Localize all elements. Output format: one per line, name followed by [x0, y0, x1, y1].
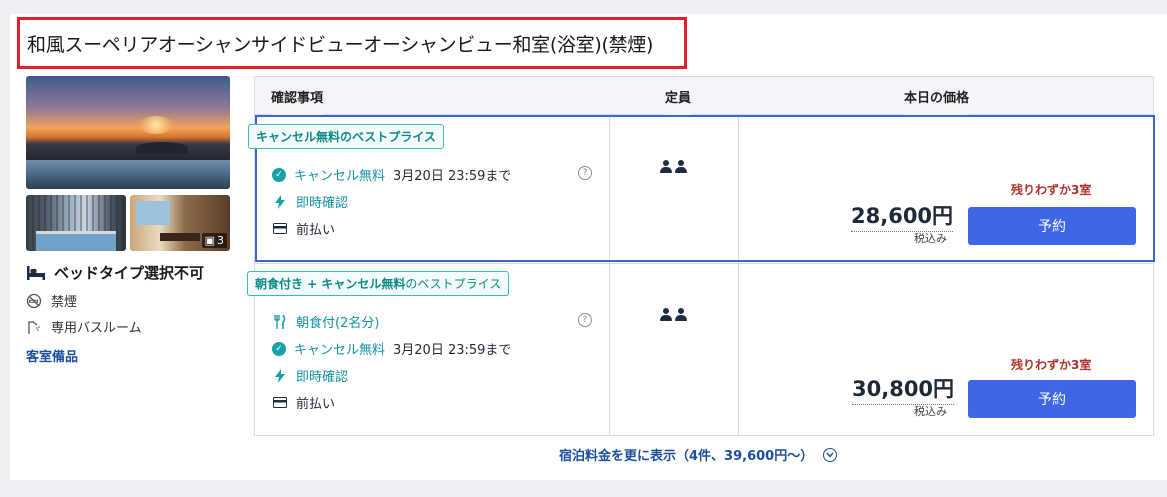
- lightning-icon: [272, 194, 288, 209]
- plan-2-book-button[interactable]: 予約: [968, 380, 1136, 418]
- plan-2-tax: 税込み: [914, 405, 947, 418]
- bed-icon: [27, 265, 45, 280]
- show-more-rates-link[interactable]: 宿泊料金を更に表示（4件、39,600円〜）: [559, 445, 838, 464]
- smoking-info: 禁煙: [26, 291, 77, 310]
- header-capacity: 定員: [665, 77, 692, 115]
- plan-1-free-cancel[interactable]: ✓ キャンセル無料 3月20日 23:59まで: [272, 165, 511, 184]
- room-photo-bath[interactable]: [26, 195, 126, 251]
- help-icon[interactable]: ?: [578, 166, 592, 180]
- amenities-link[interactable]: 客室備品: [26, 346, 78, 365]
- check-circle-icon: ✓: [272, 341, 286, 356]
- plan-2-breakfast: 朝食付(2名分): [272, 312, 379, 331]
- header-price: 本日の価格: [904, 77, 970, 115]
- room-photo-main[interactable]: [26, 76, 230, 189]
- card-icon: [272, 397, 288, 408]
- plan-2-free-cancel[interactable]: ✓ キャンセル無料 3月20日 23:59まで: [272, 339, 511, 358]
- capacity-2-people-icon: [660, 160, 687, 173]
- plan-2-price[interactable]: 30,800円: [852, 373, 955, 405]
- infinity-bath: [26, 160, 230, 189]
- plan-1-badge: キャンセル無料のベストプライス: [248, 124, 444, 149]
- island-silhouette: [136, 142, 188, 154]
- plan-1-rooms-left: 残りわずか3室: [1011, 183, 1092, 197]
- plan-2-badge: 朝食付き + キャンセル無料のベストプライス: [247, 271, 510, 296]
- fork-knife-icon: [272, 314, 288, 329]
- shower-icon: [28, 320, 40, 334]
- photo-count-badge[interactable]: ▣ 3: [201, 233, 227, 248]
- sunset-glow: [138, 116, 174, 134]
- help-icon[interactable]: ?: [578, 313, 592, 327]
- plan-1-tax: 税込み: [914, 232, 947, 245]
- chevron-down-icon: [823, 447, 838, 462]
- no-smoking-icon: [26, 293, 42, 308]
- card-icon: [272, 223, 288, 234]
- plan-1-book-button[interactable]: 予約: [968, 207, 1136, 245]
- bath-info: 専用バスルーム: [26, 317, 142, 336]
- room-photo-interior[interactable]: ▣ 3: [130, 195, 230, 251]
- room-title: 和風スーペリアオーシャンサイドビューオーシャンビュー和室(浴室)(禁煙): [27, 33, 654, 56]
- capacity-2-people-icon: [660, 308, 687, 321]
- table-header: [255, 77, 1153, 115]
- header-details: 確認事項: [271, 77, 324, 115]
- check-circle-icon: ✓: [272, 167, 286, 182]
- plan-2-prepay: 前払い: [272, 393, 335, 412]
- photos-icon: ▣: [204, 234, 215, 247]
- plan-1-price[interactable]: 28,600円: [851, 200, 954, 232]
- bed-type: ベッドタイプ選択不可: [26, 262, 204, 283]
- plan-2-instant: 即時確認: [272, 366, 348, 385]
- plan-1-prepay: 前払い: [272, 219, 335, 238]
- lightning-icon: [272, 368, 288, 383]
- plan-2-rooms-left: 残りわずか3室: [1011, 358, 1092, 372]
- plan-1-instant: 即時確認: [272, 192, 348, 211]
- room-title-box: 和風スーペリアオーシャンサイドビューオーシャンビュー和室(浴室)(禁煙): [17, 17, 687, 69]
